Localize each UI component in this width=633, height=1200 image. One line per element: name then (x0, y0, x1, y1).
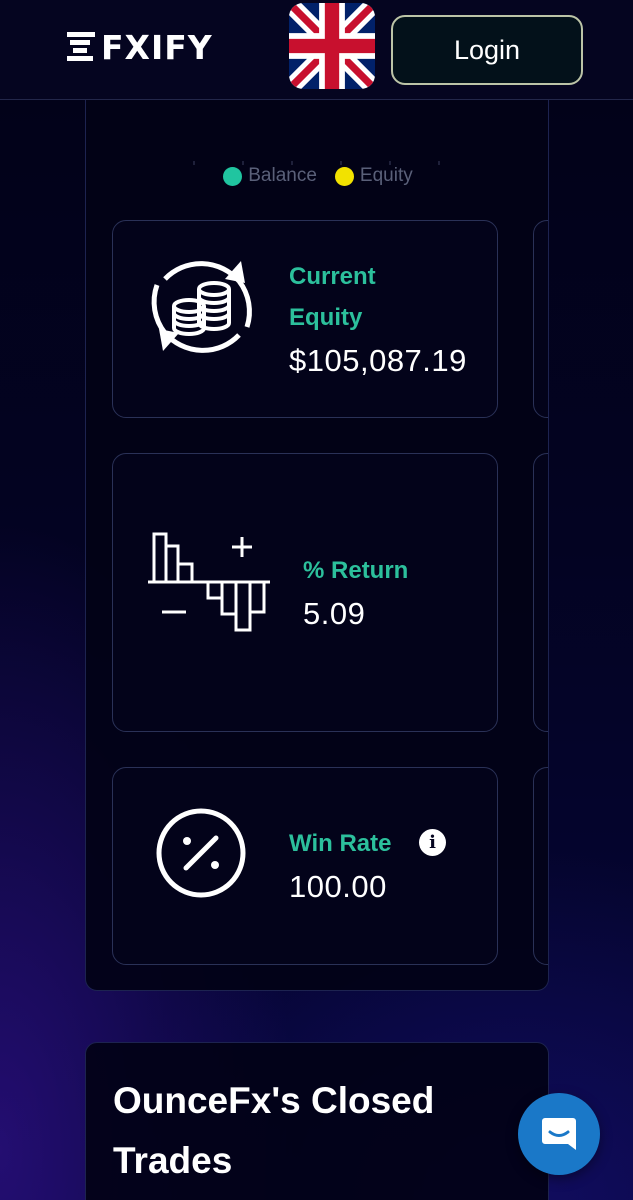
balance-dot-icon (223, 166, 243, 186)
win-rate-label: Win Rate (289, 830, 392, 857)
top-header: FXIFY Login (0, 0, 633, 100)
current-equity-value: $105,087.19 (289, 343, 467, 378)
equity-dot-icon (334, 166, 354, 186)
login-button[interactable]: Login (391, 15, 583, 85)
info-icon[interactable]: i (419, 829, 446, 856)
chat-icon (542, 1118, 576, 1150)
win-rate-value: 100.00 (289, 869, 387, 904)
logo-text: FXIFY (101, 27, 213, 67)
next-card-peek (533, 767, 548, 965)
chart-legend: Balance Equity (86, 165, 548, 187)
return-card: % Return 5.09 (112, 453, 498, 732)
closed-trades-section: OunceFx's Closed Trades (85, 1042, 549, 1200)
fxify-logo[interactable]: FXIFY (67, 26, 213, 68)
current-equity-card: Current Equity $105,087.19 (112, 220, 498, 418)
logo-mark-icon (67, 32, 95, 61)
next-card-peek (533, 220, 548, 418)
legend-label-equity: Equity (359, 165, 413, 186)
next-card-peek (533, 453, 548, 732)
return-label: % Return (303, 557, 409, 584)
win-rate-card: Win Rate i 100.00 (112, 767, 498, 965)
coins-cycle-icon (151, 261, 252, 353)
chat-launcher-button[interactable] (518, 1093, 600, 1175)
uk-flag-icon[interactable] (289, 3, 375, 89)
account-stats-panel: Balance Equity Current Equity $105,087.1… (85, 60, 549, 991)
legend-label-balance: Balance (248, 165, 317, 186)
legend-item-balance[interactable]: Balance (223, 165, 317, 187)
closed-trades-title: OunceFx's Closed Trades (113, 1080, 435, 1181)
return-value: 5.09 (303, 596, 366, 631)
legend-item-equity[interactable]: Equity (334, 165, 413, 187)
current-equity-label: Current Equity (289, 263, 376, 331)
percent-circle-icon (156, 808, 246, 898)
return-chart-icon (148, 532, 270, 632)
